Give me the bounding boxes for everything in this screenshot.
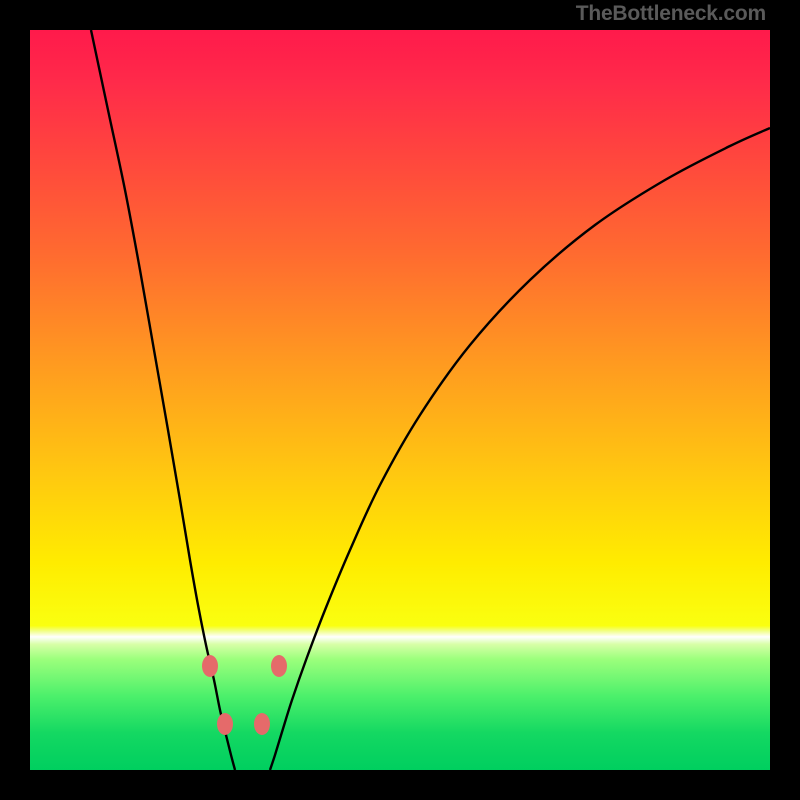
floor-marker [217, 713, 233, 735]
right-curve [270, 128, 770, 770]
attribution-text: TheBottleneck.com [576, 2, 766, 26]
curve-layer [30, 30, 770, 770]
plot-area [30, 30, 770, 770]
floor-markers [202, 655, 287, 735]
floor-marker [202, 655, 218, 677]
floor-marker [254, 713, 270, 735]
figure-root: TheBottleneck.com [0, 0, 800, 800]
floor-marker [271, 655, 287, 677]
